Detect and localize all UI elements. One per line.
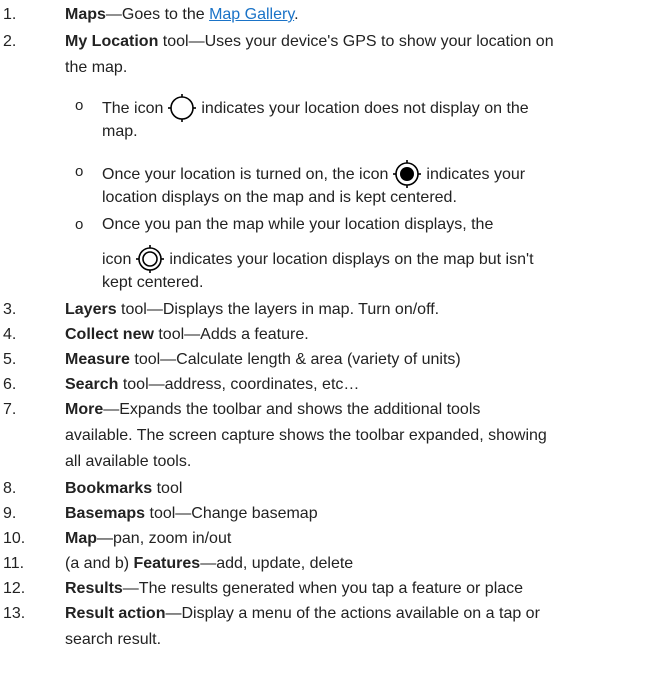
item-title: Measure	[65, 351, 130, 368]
item-title: Map	[65, 530, 97, 547]
item-number: 1.	[3, 6, 17, 23]
item-title: Features	[133, 555, 201, 572]
tools-list: 1. Maps—Goes to the Map Gallery. 2. My L…	[0, 0, 657, 679]
item-number: 3.	[3, 301, 17, 318]
item-title: Search	[65, 376, 119, 393]
item-number: 11.	[3, 555, 25, 572]
item-number: 4.	[3, 326, 17, 343]
item-title: Layers	[65, 301, 117, 318]
bullet: o	[75, 97, 84, 114]
bullet: o	[75, 216, 84, 233]
item-number: 10.	[3, 530, 26, 547]
item-number: 6.	[3, 376, 17, 393]
item-number: 5.	[3, 351, 17, 368]
item-title: More	[65, 401, 104, 418]
item-number: 2.	[3, 33, 17, 50]
item-title: Collect new	[65, 326, 154, 343]
item-title: Results	[65, 580, 123, 597]
item-number: 13.	[3, 605, 26, 622]
item-number: 8.	[3, 480, 17, 497]
map-gallery-link[interactable]: Map Gallery	[209, 6, 294, 23]
item-number: 9.	[3, 505, 17, 522]
item-number: 7.	[3, 401, 17, 418]
bullet: o	[75, 163, 84, 180]
item-title: My Location	[65, 33, 159, 50]
item-title: Basemaps	[65, 505, 146, 522]
item-title: Bookmarks	[65, 480, 153, 497]
item-number: 12.	[3, 580, 26, 597]
item-title: Result action	[65, 605, 166, 622]
item-title: Maps	[65, 6, 106, 23]
